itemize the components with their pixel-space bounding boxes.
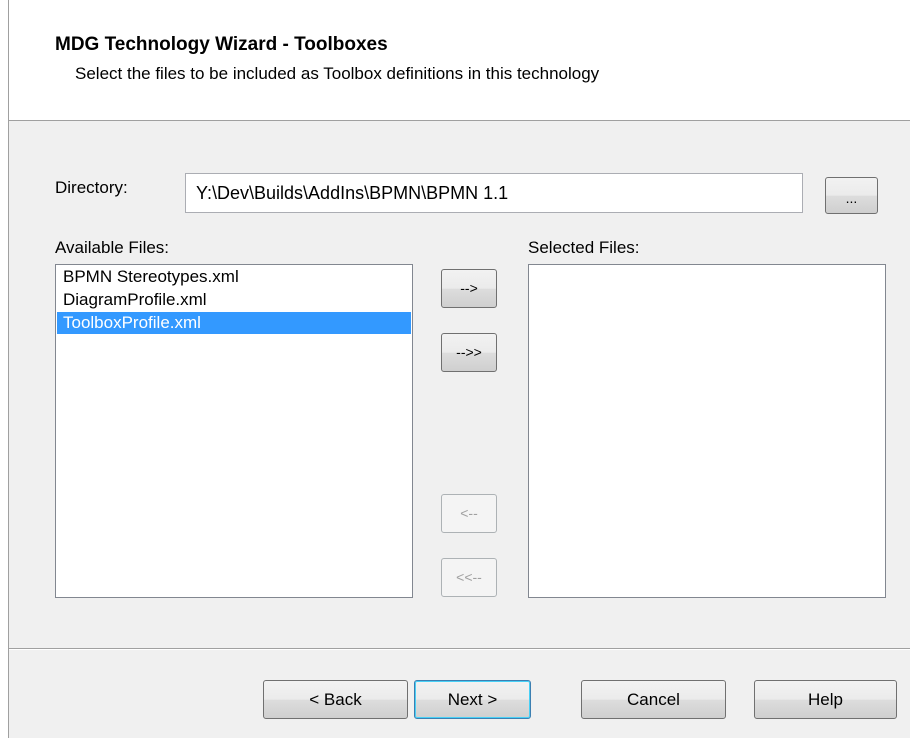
remove-button[interactable]: <--	[441, 494, 497, 533]
cancel-button[interactable]: Cancel	[581, 680, 726, 719]
add-all-button[interactable]: -->>	[441, 333, 497, 372]
selected-files-label: Selected Files:	[528, 238, 640, 257]
add-button[interactable]: -->	[441, 269, 497, 308]
available-files-list[interactable]: BPMN Stereotypes.xml DiagramProfile.xml …	[55, 264, 413, 598]
list-item[interactable]: DiagramProfile.xml	[57, 289, 411, 311]
back-button[interactable]: < Back	[263, 680, 408, 719]
next-button[interactable]: Next >	[414, 680, 531, 719]
directory-input[interactable]: Y:\Dev\Builds\AddIns\BPMN\BPMN 1.1	[185, 173, 803, 213]
help-button[interactable]: Help	[754, 680, 897, 719]
remove-all-button[interactable]: <<--	[441, 558, 497, 597]
wizard-header: MDG Technology Wizard - Toolboxes Select…	[9, 0, 910, 121]
directory-label: Directory:	[55, 178, 128, 197]
list-item[interactable]: BPMN Stereotypes.xml	[57, 266, 411, 288]
wizard-subtitle: Select the files to be included as Toolb…	[75, 64, 600, 83]
wizard-dialog: MDG Technology Wizard - Toolboxes Select…	[8, 0, 910, 738]
footer-divider	[9, 648, 910, 650]
wizard-title: MDG Technology Wizard - Toolboxes	[55, 34, 388, 55]
available-files-label: Available Files:	[55, 238, 170, 257]
list-item[interactable]: ToolboxProfile.xml	[57, 312, 411, 334]
browse-button[interactable]: ...	[825, 177, 878, 214]
selected-files-list[interactable]	[528, 264, 886, 598]
